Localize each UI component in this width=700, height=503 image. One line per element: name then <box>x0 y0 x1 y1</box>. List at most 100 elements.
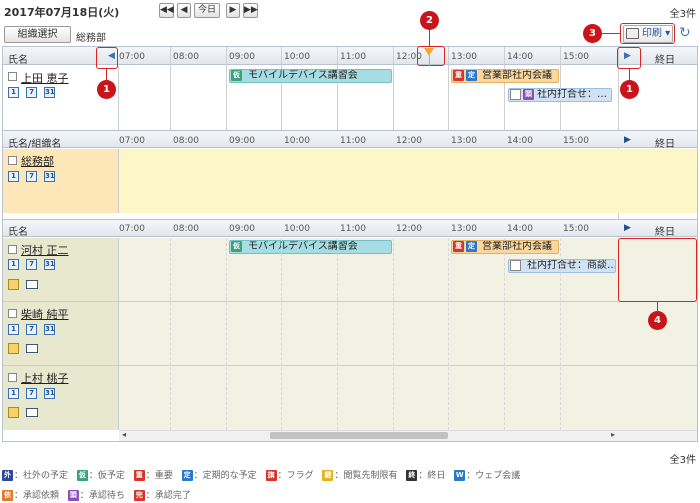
callout-marker-1b: 1 <box>620 80 639 99</box>
tick-label: 13:00 <box>451 224 477 234</box>
legend-row-2: 依：承認依頼 頭：承認待ち 完：承認完了 <box>2 488 197 501</box>
grid-line <box>337 47 338 130</box>
memo-icon[interactable] <box>8 279 19 290</box>
callout-line <box>602 33 621 34</box>
day-view-icon[interactable]: 1 <box>8 388 19 399</box>
tick-label: 07:00 <box>119 224 145 234</box>
org-select-button[interactable]: 組織選択 <box>4 26 71 43</box>
user-link[interactable]: 柴崎 純平 <box>21 306 69 322</box>
callout-line <box>106 69 107 80</box>
next-day-button[interactable]: ▶ <box>226 3 240 18</box>
legend-tentative: 仮：仮予定 <box>76 470 125 481</box>
today-button[interactable]: 今日 <box>194 3 220 18</box>
clock-icon: 終 <box>406 470 418 481</box>
event-bar[interactable]: 社内打合せ：商談… <box>508 259 616 273</box>
legend-restricted: 鍵：閲覧先制限有 <box>322 470 398 481</box>
legend-flag: 旗：フラグ <box>265 470 314 481</box>
tick-label: 15:00 <box>563 136 589 146</box>
tick-label: 13:00 <box>451 52 477 62</box>
section2-end-label: 終日 <box>655 139 675 150</box>
callout-box-1 <box>96 47 118 69</box>
event-bar[interactable]: モバイルデバイス講習会 <box>229 69 392 83</box>
grid-line <box>560 238 561 430</box>
video-icon: W <box>454 470 466 481</box>
document-icon <box>510 89 521 100</box>
event-title: 営業部社内会議 <box>482 241 552 252</box>
legend-row-1: 外：社外の予定 仮：仮予定 重：重要 定：定期的な予定 旗：フラグ 鍵：閲覧先制… <box>2 468 526 481</box>
scroll-left-button[interactable]: ◂ <box>122 430 126 439</box>
day-view-icon[interactable]: 1 <box>8 259 19 270</box>
prev-week-button[interactable]: ◀◀ <box>159 3 174 18</box>
grid-line <box>170 47 171 130</box>
refresh-icon[interactable]: ↻ <box>679 26 693 40</box>
event-title: 営業部社内会議 <box>482 70 552 81</box>
user-name-column <box>3 238 119 430</box>
tick-label: 07:00 <box>119 136 145 146</box>
next-week-button[interactable]: ▶▶ <box>243 3 258 18</box>
month-view-icon[interactable]: 31 <box>44 171 55 182</box>
legend-approval-done: 完：承認完了 <box>133 490 191 501</box>
grid-line <box>226 238 227 430</box>
tick-label: 12:00 <box>396 224 422 234</box>
org-link[interactable]: 総務部 <box>21 153 54 169</box>
section1-end-label: 終日 <box>655 55 675 66</box>
grid-line <box>337 238 338 430</box>
callout-marker-2: 2 <box>420 11 439 30</box>
mail-icon[interactable] <box>26 280 38 289</box>
event-bar[interactable]: モバイルデバイス講習会 <box>229 240 392 254</box>
grid-line <box>393 238 394 430</box>
grid-line <box>170 238 171 430</box>
recurring-badge: 定 <box>466 241 477 252</box>
week-view-icon[interactable]: 7 <box>26 171 37 182</box>
mail-icon[interactable] <box>26 408 38 417</box>
month-view-icon[interactable]: 31 <box>44 324 55 335</box>
document-icon <box>510 260 521 271</box>
scroll-right-arrow[interactable]: ▶ <box>624 135 631 145</box>
mail-icon[interactable] <box>26 344 38 353</box>
day-view-icon[interactable]: 1 <box>8 87 19 98</box>
memo-icon[interactable] <box>8 343 19 354</box>
section3-end-label: 終日 <box>655 227 675 238</box>
legend-important: 重：重要 <box>133 470 173 481</box>
week-view-icon[interactable]: 7 <box>26 388 37 399</box>
scroll-right-button[interactable]: ▸ <box>611 430 615 439</box>
prev-day-button[interactable]: ◀ <box>177 3 191 18</box>
org-checkbox[interactable] <box>8 156 17 165</box>
row-divider <box>3 365 697 366</box>
callout-box-3 <box>620 23 675 44</box>
grid-line <box>448 47 449 130</box>
user-checkbox[interactable] <box>8 373 17 382</box>
event-title: モバイルデバイス講習会 <box>248 241 358 252</box>
scrollbar-thumb[interactable] <box>270 432 448 439</box>
callout-marker-4: 4 <box>648 311 667 330</box>
current-time-line <box>429 55 430 66</box>
callout-line <box>657 302 658 311</box>
section2-name-header: 氏名/組織名 <box>8 139 62 150</box>
week-view-icon[interactable]: 7 <box>26 324 37 335</box>
section1-name-header: 氏名 <box>8 55 28 66</box>
user-link[interactable]: 河村 正二 <box>21 242 69 258</box>
tick-label: 07:00 <box>119 52 145 62</box>
user-link[interactable]: 上村 桃子 <box>21 370 69 386</box>
month-view-icon[interactable]: 31 <box>44 259 55 270</box>
month-view-icon[interactable]: 31 <box>44 388 55 399</box>
grid-line <box>448 238 449 430</box>
tick-label: 15:00 <box>563 224 589 234</box>
month-view-icon[interactable]: 31 <box>44 87 55 98</box>
scroll-right-arrow[interactable]: ▶ <box>624 223 631 233</box>
memo-icon[interactable] <box>8 407 19 418</box>
callout-marker-3: 3 <box>583 24 602 43</box>
week-view-icon[interactable]: 7 <box>26 259 37 270</box>
tick-label: 14:00 <box>507 224 533 234</box>
user-checkbox[interactable] <box>8 72 17 81</box>
day-view-icon[interactable]: 1 <box>8 324 19 335</box>
day-view-icon[interactable]: 1 <box>8 171 19 182</box>
user-checkbox[interactable] <box>8 245 17 254</box>
legend-all-day: 終：終日 <box>406 470 446 481</box>
tick-label: 13:00 <box>451 136 477 146</box>
week-view-icon[interactable]: 7 <box>26 87 37 98</box>
tick-label: 11:00 <box>340 136 366 146</box>
tick-label: 08:00 <box>173 136 199 146</box>
user-checkbox[interactable] <box>8 309 17 318</box>
user-link[interactable]: 上田 恵子 <box>21 70 69 86</box>
